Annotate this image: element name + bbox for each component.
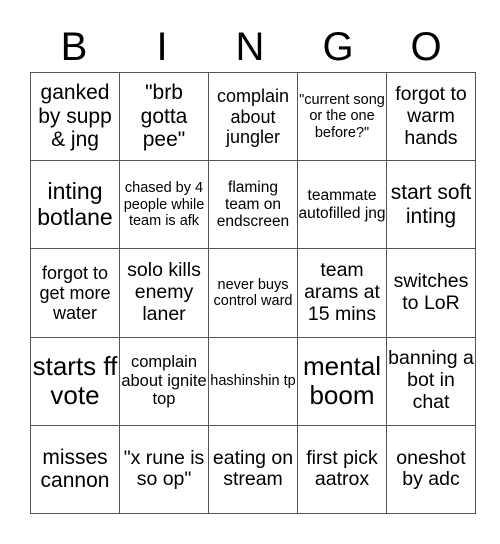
bingo-row: inting botlane chased by 4 people while … xyxy=(30,160,476,250)
bingo-cell[interactable]: "x rune is so op" xyxy=(119,424,209,515)
bingo-cell[interactable]: eating on stream xyxy=(208,424,298,515)
bingo-card: ganked by supp & jng "brb gotta pee" com… xyxy=(30,71,476,515)
bingo-cell[interactable]: starts ff vote xyxy=(30,336,120,426)
bingo-cell[interactable]: banning a bot in chat xyxy=(386,336,476,426)
bingo-cell[interactable]: team arams at 15 mins xyxy=(297,248,387,338)
bingo-cell[interactable]: ganked by supp & jng xyxy=(30,71,120,162)
bingo-cell[interactable]: "current song or the one before?" xyxy=(297,71,387,162)
bingo-cell[interactable]: never buys control ward xyxy=(208,248,298,338)
bingo-cell[interactable]: oneshot by adc xyxy=(386,424,476,515)
bingo-row: misses cannon "x rune is so op" eating o… xyxy=(30,424,476,515)
bingo-cell[interactable]: forgot to get more water xyxy=(30,248,120,338)
bingo-cell[interactable]: complain about ignite top xyxy=(119,336,209,426)
bingo-cell[interactable]: "brb gotta pee" xyxy=(119,71,209,162)
header-letter-i: I xyxy=(156,25,168,69)
header-letter-b: B xyxy=(60,25,88,69)
bingo-cell[interactable]: flaming team on endscreen xyxy=(208,160,298,250)
bingo-cell[interactable]: start soft inting xyxy=(386,160,476,250)
bingo-cell[interactable]: forgot to warm hands xyxy=(386,71,476,162)
bingo-cell[interactable]: chased by 4 people while team is afk xyxy=(119,160,209,250)
bingo-cell[interactable]: switches to LoR xyxy=(386,248,476,338)
bingo-row: ganked by supp & jng "brb gotta pee" com… xyxy=(30,71,476,162)
header-letter-o: O xyxy=(410,25,442,69)
bingo-row: starts ff vote complain about ignite top… xyxy=(30,336,476,426)
bingo-cell[interactable]: complain about jungler xyxy=(208,71,298,162)
bingo-cell free-space[interactable]: hashinshin tp xyxy=(208,336,298,426)
bingo-header: B I N G O xyxy=(30,22,470,72)
header-letter-n: N xyxy=(235,25,265,69)
bingo-cell[interactable]: misses cannon xyxy=(30,424,120,515)
bingo-cell[interactable]: mental boom xyxy=(297,336,387,426)
bingo-cell[interactable]: inting botlane xyxy=(30,160,120,250)
bingo-cell[interactable]: solo kills enemy laner xyxy=(119,248,209,338)
bingo-cell[interactable]: teammate autofilled jng xyxy=(297,160,387,250)
bingo-cell[interactable]: first pick aatrox xyxy=(297,424,387,515)
header-letter-g: G xyxy=(322,25,354,69)
bingo-row: forgot to get more water solo kills enem… xyxy=(30,248,476,338)
